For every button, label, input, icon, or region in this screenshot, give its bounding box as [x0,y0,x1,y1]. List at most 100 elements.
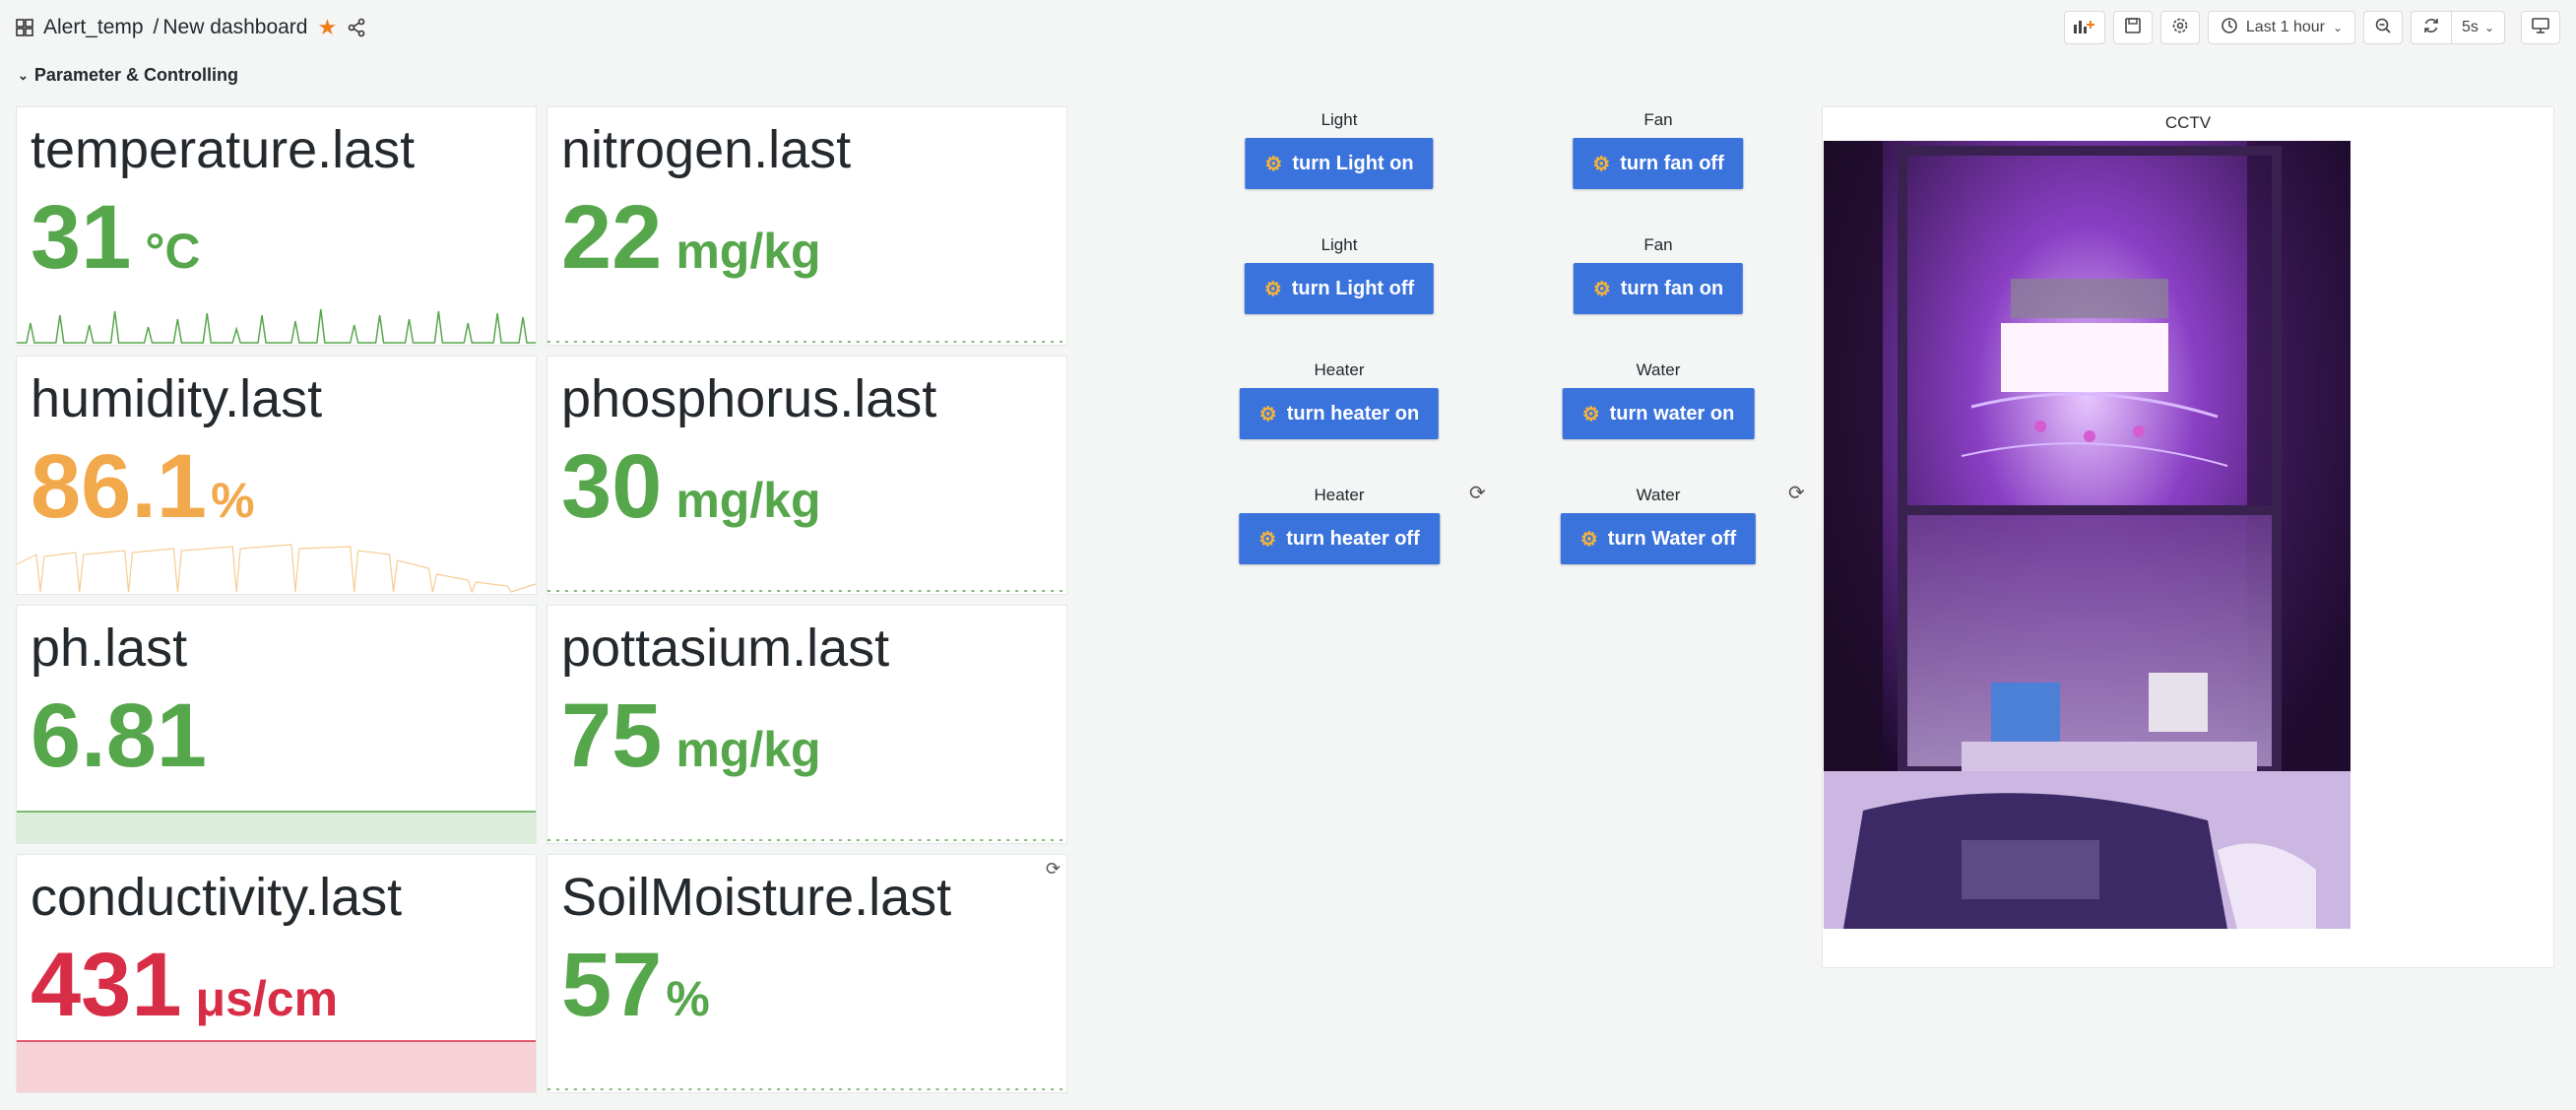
stat-unit: % [666,971,710,1026]
button-label: turn fan off [1620,152,1724,174]
save-dashboard-button[interactable] [2112,11,2153,44]
panel-title: ph.last [31,619,188,678]
sparkline [17,811,536,843]
sparkline [17,544,536,594]
stat-value: 30 mg/kg [561,435,821,539]
turn-water-off-button[interactable]: ⚙ turn Water off [1560,513,1757,564]
refresh-icon[interactable]: ⟳ [1046,859,1061,880]
turn-light-off-button[interactable]: ⚙ turn Light off [1244,263,1435,314]
settings-button[interactable] [2159,11,2200,44]
button-label: turn heater on [1286,402,1420,424]
stat-unit: μs/cm [195,971,339,1026]
panel-title: conductivity.last [31,868,403,927]
sparkline [547,341,1066,343]
turn-water-on-button[interactable]: ⚙ turn water on [1562,388,1755,439]
zoom-out-button[interactable] [2363,11,2404,44]
row-header[interactable]: ⌄ Parameter & Controlling [18,65,238,86]
refresh-interval[interactable]: 5s ⌄ [2452,19,2504,36]
sparkline [547,839,1066,841]
panel-title: SoilMoisture.last [561,868,952,927]
refresh-icon [2422,17,2440,39]
stat-panel-conductivity[interactable]: conductivity.last 431 μs/cm [16,854,537,1093]
zoom-out-icon [2374,17,2392,39]
stat-number: 431 [31,935,182,1035]
panel-title: temperature.last [31,120,416,179]
top-bar: Alert_temp / New dashboard ★ Last 1 hour… [0,0,2576,55]
turn-fan-on-button[interactable]: ⚙ turn fan on [1573,263,1744,314]
turn-fan-off-button[interactable]: ⚙ turn fan off [1573,138,1744,189]
stat-panel-soilmoisture[interactable]: SoilMoisture.last ⟳ 57% [547,854,1067,1093]
breadcrumb-folder[interactable]: Alert_temp [43,16,144,39]
panel-title: Light [1320,235,1358,254]
gear-icon: ⚙ [1581,403,1600,425]
add-panel-icon [2073,17,2096,39]
stat-number: 75 [561,686,663,786]
dashboard-title[interactable]: New dashboard [162,16,307,39]
panel-title: Heater [1314,486,1365,504]
stat-value: 75 mg/kg [561,685,821,788]
save-icon [2124,17,2142,39]
stat-panel-pottasium[interactable]: pottasium.last 75 mg/kg [547,605,1067,844]
control-panel-light-on: Light ⚙ turn Light on [1191,110,1487,229]
refresh-picker[interactable]: 5s ⌄ [2411,11,2505,44]
tv-mode-button[interactable] [2521,11,2560,44]
cctv-camera-feed [1824,141,2351,929]
stat-unit: mg/kg [676,473,821,528]
gear-icon: ⚙ [1258,403,1277,425]
stat-value: 31 °C [31,186,200,290]
sparkline [547,1088,1066,1090]
toolbar: Last 1 hour ⌄ 5s ⌄ [2063,10,2560,45]
panel-title: Light [1320,110,1358,129]
time-picker[interactable]: Last 1 hour ⌄ [2207,11,2356,44]
cctv-panel[interactable]: CCTV [1822,106,2554,968]
stat-number: 30 [561,436,663,537]
clock-icon [2221,17,2238,39]
stat-panel-humidity[interactable]: humidity.last 86.1% [16,356,537,595]
stat-value: 86.1% [31,435,255,539]
share-icon[interactable] [347,18,366,37]
panel-title: Heater [1314,360,1365,379]
stat-value: 6.81 [31,685,221,788]
dashboards-grid-icon[interactable] [16,19,33,36]
stat-panel-ph[interactable]: ph.last 6.81 [16,605,537,844]
button-label: turn water on [1609,402,1735,424]
stat-unit: mg/kg [676,722,821,777]
stat-number: 57 [561,935,663,1035]
stat-value: 22 mg/kg [561,186,821,290]
panel-title: humidity.last [31,369,323,428]
control-panel-fan-on: Fan ⚙ turn fan on [1511,235,1806,354]
turn-light-on-button[interactable]: ⚙ turn Light on [1245,138,1434,189]
stat-number: 22 [561,187,663,288]
sparkline [17,308,536,344]
stat-unit: °C [145,224,201,279]
stat-panel-phosphorus[interactable]: phosphorus.last 30 mg/kg [547,356,1067,595]
turn-heater-on-button[interactable]: ⚙ turn heater on [1239,388,1440,439]
button-label: turn Light on [1292,152,1414,174]
button-label: turn Light off [1291,277,1415,299]
gear-icon: ⚙ [1592,153,1611,175]
refresh-button[interactable] [2412,12,2453,43]
refresh-interval-label: 5s [2462,19,2479,35]
gear-icon: ⚙ [1579,528,1598,551]
panel-title: Fan [1643,110,1673,129]
turn-heater-off-button[interactable]: ⚙ turn heater off [1239,513,1440,564]
control-panel-heater-on: Heater ⚙ turn heater on [1191,360,1487,479]
stat-panel-nitrogen[interactable]: nitrogen.last 22 mg/kg [547,106,1067,346]
control-panel-light-off: Light ⚙ turn Light off [1191,235,1487,354]
gear-icon: ⚙ [1258,528,1277,551]
breadcrumb: Alert_temp / New dashboard ★ [16,14,366,41]
gear-icon: ⚙ [1264,153,1283,175]
refresh-icon[interactable]: ⟳ [1788,481,1805,505]
add-panel-button[interactable] [2063,11,2105,44]
chevron-down-icon: ⌄ [18,67,29,83]
refresh-icon[interactable]: ⟳ [1469,481,1486,505]
stat-panel-temperature[interactable]: temperature.last 31 °C [16,106,537,346]
gear-icon: ⚙ [1592,278,1611,300]
stat-number: 31 [31,187,132,288]
row-title: Parameter & Controlling [33,65,238,85]
chevron-down-icon: ⌄ [2483,21,2494,34]
gear-icon [2171,17,2189,39]
gear-icon: ⚙ [1263,278,1282,300]
stat-unit: mg/kg [676,224,821,279]
star-icon[interactable]: ★ [317,15,337,40]
